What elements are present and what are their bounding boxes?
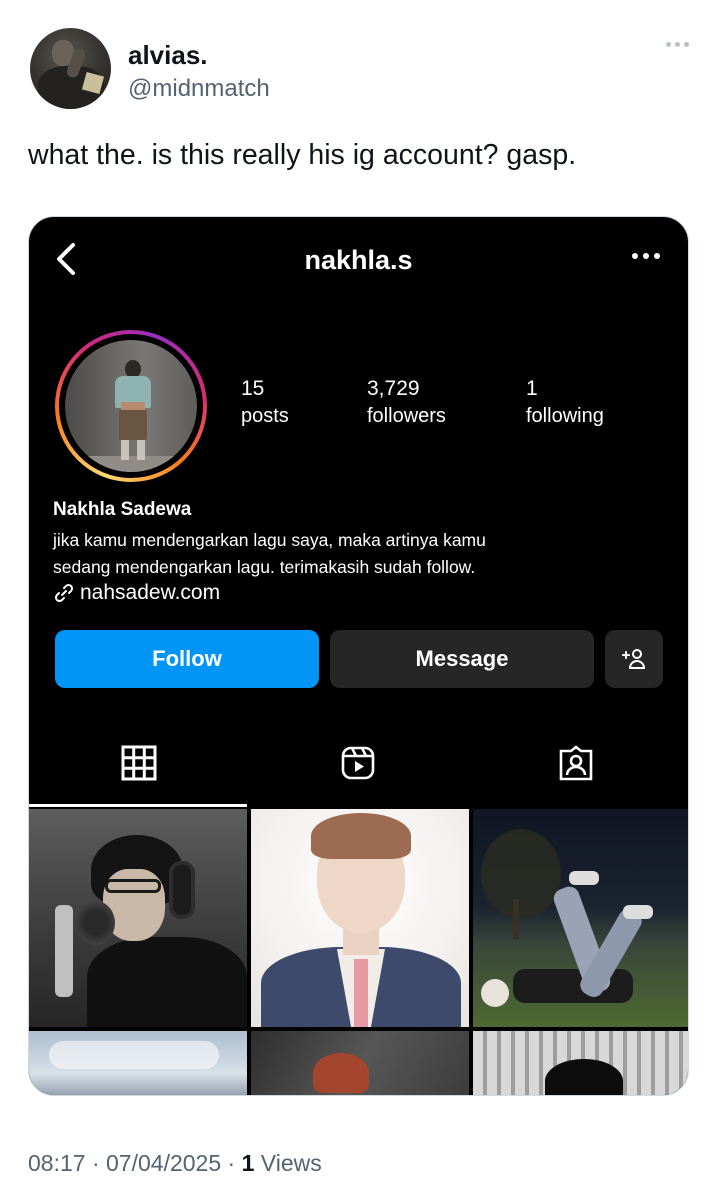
dot [684,42,689,47]
glasses [105,879,161,893]
ig-bio-line: sedang mendengarkan lagu. terimakasih su… [53,557,476,577]
shoe [569,871,599,885]
separator: · [227,1150,236,1176]
tagged-icon [559,745,593,781]
attached-image[interactable]: nakhla.s 15 posts 3,729 followers 1 foll… [28,216,689,1096]
views-label: Views [260,1150,322,1176]
reels-tab-icon [338,743,378,783]
ig-website-text: nahsadew.com [80,581,221,604]
mic-stand [55,905,73,997]
ig-bio: jika kamu mendengarkan lagu saya, maka a… [53,527,573,581]
post-thumbnail [29,1031,247,1095]
grid-icon [121,745,157,781]
ig-full-name: Nakhla Sadewa [53,499,192,520]
stat-following: 1 following [526,377,604,428]
follow-button: Follow [55,630,319,688]
stat-following-count: 1 [526,377,538,400]
views-count: 1 [241,1150,255,1176]
tie [354,959,368,1027]
message-button: Message [330,630,594,688]
pic-legs [121,440,145,460]
headphones [169,861,195,919]
active-tab-indicator [29,804,247,807]
post-thumbnail [473,1031,688,1095]
stat-posts: 15 posts [241,377,289,428]
separator: · [91,1150,100,1176]
hair [311,813,411,859]
post-thumbnail [29,809,247,1027]
post-thumbnail [473,809,688,1027]
ig-story-ring [55,330,207,482]
ig-username: nakhla.s [304,245,413,275]
user-handle[interactable]: @midnmatch [128,75,270,103]
grid-tab-icon [119,743,159,783]
post-thumbnail [251,1031,469,1095]
person-plus-icon [622,649,646,669]
link-icon [54,583,74,603]
stat-followers-count: 3,729 [367,377,420,400]
post-thumbnail [251,809,469,1027]
cap [545,1059,623,1095]
torso [513,969,633,1003]
more-options-icon[interactable] [666,42,689,47]
dot [675,42,680,47]
head [481,979,509,1007]
tree-trunk [513,899,519,939]
ig-website-link: nahsadew.com [53,581,220,605]
beanie [313,1053,369,1093]
ig-bio-line: jika kamu mendengarkan lagu saya, maka a… [53,530,486,550]
reels-icon [341,746,375,780]
shoe [623,905,653,919]
ig-profile-picture [65,340,197,472]
ig-post-grid [29,809,688,1095]
tweet-time[interactable]: 08:17 [28,1150,86,1176]
tweet-metadata: 08:17 · 07/04/2025 · 1 Views [28,1150,322,1177]
stat-followers: 3,729 followers [367,377,446,428]
stat-following-label: following [526,405,604,427]
stat-followers-label: followers [367,405,446,427]
dot [666,42,671,47]
tweet-date[interactable]: 07/04/2025 [106,1150,221,1176]
stat-posts-label: posts [241,405,289,427]
dot [654,253,660,259]
ig-more-icon [632,253,660,259]
pic-midriff [121,402,145,410]
add-user-icon [605,630,663,688]
display-name[interactable]: alvias. [128,40,208,71]
tagged-tab-icon [556,743,596,783]
ig-ring-gap [59,334,203,478]
tweet-text: what the. is this really his ig account?… [28,139,577,171]
stat-posts-count: 15 [241,377,265,400]
hoodie [87,937,247,1027]
dot [643,253,649,259]
microphone [77,901,115,945]
tree [481,829,561,919]
cloud [49,1041,219,1069]
dot [632,253,638,259]
avatar[interactable] [30,28,111,109]
pic-shorts [119,410,147,440]
